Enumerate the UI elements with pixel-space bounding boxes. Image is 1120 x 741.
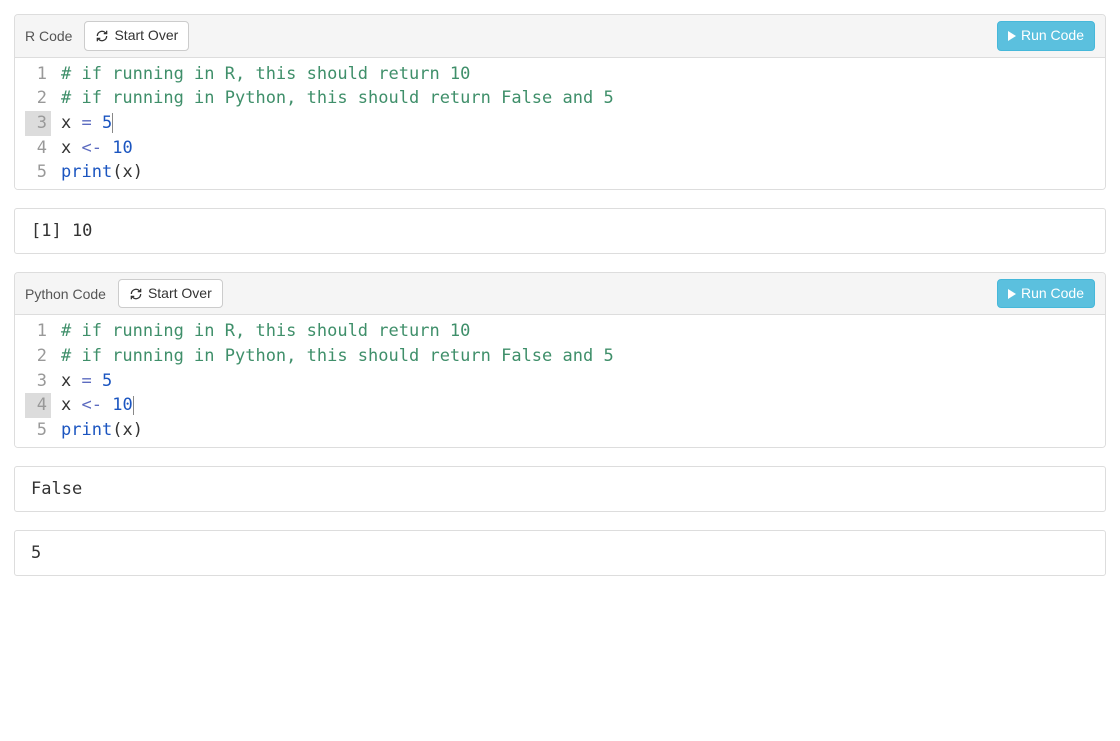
code-line[interactable]: # if running in R, this should return 10	[61, 62, 1099, 87]
code-block: Python CodeStart OverRun Code12345# if r…	[14, 272, 1106, 448]
code-token: # if running in Python, this should retu…	[61, 346, 614, 366]
code-content[interactable]: # if running in R, this should return 10…	[57, 315, 1105, 446]
output-block: 5	[14, 530, 1106, 576]
run-code-button[interactable]: Run Code	[997, 21, 1095, 51]
code-header: R Code Start Over Run Code	[15, 15, 1105, 58]
start-over-button[interactable]: Start Over	[84, 21, 189, 51]
code-token: print	[61, 420, 112, 440]
code-line[interactable]: x <- 10	[61, 393, 1099, 418]
code-token: <	[81, 395, 91, 415]
run-code-button[interactable]: Run Code	[997, 279, 1095, 309]
code-line[interactable]: x <- 10	[61, 136, 1099, 161]
code-line[interactable]: # if running in Python, this should retu…	[61, 86, 1099, 111]
line-number: 1	[25, 319, 51, 344]
code-token: x	[61, 113, 81, 133]
start-over-label: Start Over	[114, 26, 178, 46]
line-number: 2	[25, 344, 51, 369]
run-code-label: Run Code	[1021, 26, 1084, 46]
line-number: 5	[25, 160, 51, 185]
code-token	[102, 395, 112, 415]
text-cursor	[112, 113, 113, 133]
line-number-gutter: 12345	[15, 58, 57, 189]
code-editor[interactable]: 12345# if running in R, this should retu…	[15, 315, 1105, 446]
code-line[interactable]: x = 5	[61, 111, 1099, 136]
code-token: )	[133, 420, 143, 440]
code-token: x	[122, 162, 132, 182]
output-block: False	[14, 466, 1106, 512]
code-token: x	[122, 420, 132, 440]
code-token: # if running in Python, this should retu…	[61, 88, 614, 108]
refresh-icon	[95, 29, 109, 43]
code-header: Python Code Start Over Run Code	[15, 273, 1105, 316]
line-number-gutter: 12345	[15, 315, 57, 446]
code-language-label: R Code	[25, 28, 72, 44]
start-over-label: Start Over	[148, 284, 212, 304]
code-token: =	[81, 371, 91, 391]
line-number: 3	[25, 111, 51, 136]
code-token	[92, 371, 102, 391]
start-over-button[interactable]: Start Over	[118, 279, 223, 309]
code-token: (	[112, 420, 122, 440]
code-line[interactable]: # if running in R, this should return 10	[61, 319, 1099, 344]
run-code-label: Run Code	[1021, 284, 1084, 304]
line-number: 4	[25, 136, 51, 161]
code-line[interactable]: x = 5	[61, 369, 1099, 394]
code-token: 5	[102, 113, 112, 133]
code-token: # if running in R, this should return 10	[61, 321, 470, 341]
code-token	[92, 113, 102, 133]
line-number: 3	[25, 369, 51, 394]
code-token: =	[81, 113, 91, 133]
code-token: # if running in R, this should return 10	[61, 64, 470, 84]
code-token: 10	[112, 395, 132, 415]
code-token: x	[61, 138, 81, 158]
code-line[interactable]: # if running in Python, this should retu…	[61, 344, 1099, 369]
code-token: )	[133, 162, 143, 182]
code-token: x	[61, 395, 81, 415]
play-icon	[1008, 31, 1016, 41]
code-token: 10	[112, 138, 132, 158]
text-cursor	[133, 396, 134, 416]
play-icon	[1008, 289, 1016, 299]
code-line[interactable]: print(x)	[61, 160, 1099, 185]
code-token: (	[112, 162, 122, 182]
line-number: 1	[25, 62, 51, 87]
code-line[interactable]: print(x)	[61, 418, 1099, 443]
code-language-label: Python Code	[25, 286, 106, 302]
line-number: 2	[25, 86, 51, 111]
output-block: [1] 10	[14, 208, 1106, 254]
code-token: <-	[81, 138, 101, 158]
code-token: -	[92, 395, 102, 415]
code-token: 5	[102, 371, 112, 391]
code-editor[interactable]: 12345# if running in R, this should retu…	[15, 58, 1105, 189]
code-block: R CodeStart OverRun Code12345# if runnin…	[14, 14, 1106, 190]
code-token	[102, 138, 112, 158]
code-token: x	[61, 371, 81, 391]
refresh-icon	[129, 287, 143, 301]
page-root: R CodeStart OverRun Code12345# if runnin…	[14, 14, 1106, 576]
line-number: 4	[25, 393, 51, 418]
line-number: 5	[25, 418, 51, 443]
code-content[interactable]: # if running in R, this should return 10…	[57, 58, 1105, 189]
code-token: print	[61, 162, 112, 182]
